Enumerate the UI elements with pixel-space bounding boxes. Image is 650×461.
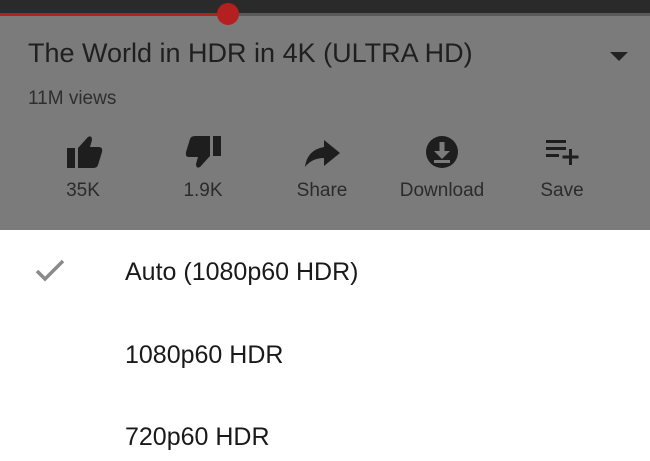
dislike-button[interactable]: 1.9K xyxy=(148,132,258,212)
quality-option-label: 720p60 HDR xyxy=(125,423,270,451)
download-button[interactable]: Download xyxy=(387,132,497,212)
save-button[interactable]: Save xyxy=(507,132,617,212)
dislike-count: 1.9K xyxy=(183,180,223,201)
like-count: 35K xyxy=(66,180,100,201)
save-label: Save xyxy=(540,180,584,201)
expand-description-icon[interactable] xyxy=(610,52,628,61)
view-count: 11M views xyxy=(28,88,117,109)
progress-fill xyxy=(0,13,228,16)
quality-option-720p60-hdr[interactable]: 720p60 HDR xyxy=(0,397,650,461)
video-player-bottom[interactable] xyxy=(0,0,650,14)
share-icon xyxy=(305,140,340,167)
share-button[interactable]: Share xyxy=(267,132,377,212)
quality-menu-sheet: Auto (1080p60 HDR) 1080p60 HDR 720p60 HD… xyxy=(0,230,650,461)
video-title[interactable]: The World in HDR in 4K (ULTRA HD) xyxy=(28,38,473,69)
youtube-screen: The World in HDR in 4K (ULTRA HD) 11M vi… xyxy=(0,0,650,461)
thumbs-up-icon xyxy=(67,136,103,168)
progress-scrubber[interactable] xyxy=(216,3,239,25)
like-button[interactable]: 35K xyxy=(28,132,138,212)
quality-option-1080p60-hdr[interactable]: 1080p60 HDR xyxy=(0,315,650,395)
video-info-panel: The World in HDR in 4K (ULTRA HD) 11M vi… xyxy=(0,0,650,230)
quality-option-label: Auto (1080p60 HDR) xyxy=(125,258,359,286)
download-icon xyxy=(426,136,458,168)
playlist-add-icon xyxy=(546,140,579,165)
quality-option-label: 1080p60 HDR xyxy=(125,341,284,369)
quality-option-auto[interactable]: Auto (1080p60 HDR) xyxy=(0,232,650,312)
checkmark-icon xyxy=(35,259,65,282)
share-label: Share xyxy=(296,180,348,201)
download-label: Download xyxy=(399,180,485,201)
thumbs-down-icon xyxy=(185,136,221,168)
